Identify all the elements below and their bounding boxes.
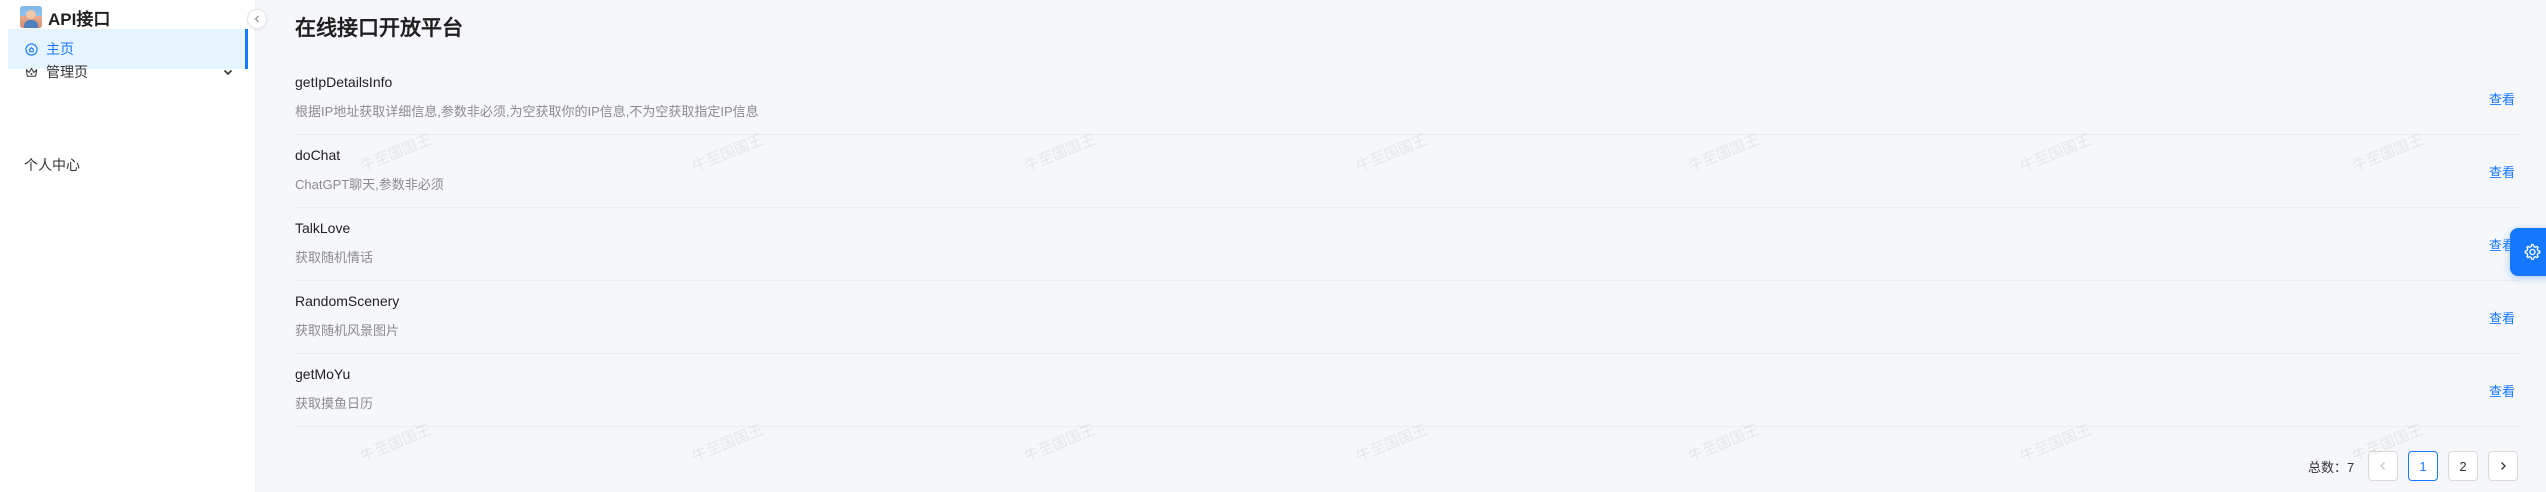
sidebar-item-label: 个人中心 [24, 157, 80, 173]
api-name: doChat [295, 147, 341, 163]
brand[interactable]: API接口 [20, 6, 111, 29]
api-name: getIpDetailsInfo [295, 74, 393, 90]
page-1-button[interactable]: 1 [2408, 451, 2438, 481]
brand-title: API接口 [48, 9, 111, 29]
page-2-button[interactable]: 2 [2448, 451, 2478, 481]
api-description: 获取随机情话 [295, 250, 374, 265]
sidebar-collapse-button[interactable] [247, 9, 267, 29]
api-description: 根据IP地址获取详细信息,参数非必须,为空获取你的IP信息,不为空获取指定IP信… [295, 104, 759, 119]
chevron-left-icon [2380, 462, 2385, 470]
main-content: 在线接口开放平台 getIpDetailsInfo 根据IP地址获取详细信息,参… [256, 0, 2546, 492]
next-page-button[interactable] [2488, 451, 2518, 481]
list-item: TalkLove 获取随机情话 查看 [295, 208, 2521, 281]
api-name: TalkLove [295, 220, 351, 236]
list-item: RandomScenery 获取随机风景图片 查看 [295, 281, 2521, 354]
view-link[interactable]: 查看 [2489, 162, 2515, 181]
api-description: 获取随机风景图片 [295, 323, 400, 338]
sidebar-item-profile[interactable]: 个人中心 [8, 145, 248, 185]
pagination-total: 总数：7 [2308, 460, 2355, 475]
api-name: RandomScenery [295, 293, 400, 309]
api-list: getIpDetailsInfo 根据IP地址获取详细信息,参数非必须,为空获取… [295, 62, 2521, 427]
api-name: getMoYu [295, 366, 351, 382]
list-item: getMoYu 获取摸鱼日历 查看 [295, 354, 2521, 427]
pagination: 总数：7 1 2 [256, 451, 2546, 481]
chevron-right-icon [2501, 462, 2506, 470]
api-description: ChatGPT聊天,参数非必须 [295, 177, 444, 192]
view-link[interactable]: 查看 [2489, 381, 2515, 400]
view-link[interactable]: 查看 [2489, 89, 2515, 108]
settings-button[interactable] [2510, 228, 2546, 276]
crown-icon [24, 65, 38, 79]
view-link[interactable]: 查看 [2489, 308, 2515, 327]
chevron-left-icon [254, 15, 259, 23]
sidebar-item-admin[interactable]: 管理页 [8, 52, 248, 92]
list-item: getIpDetailsInfo 根据IP地址获取详细信息,参数非必须,为空获取… [295, 62, 2521, 135]
api-description: 获取摸鱼日历 [295, 396, 374, 411]
sidebar-item-label: 管理页 [46, 64, 88, 80]
logo-avatar [20, 6, 42, 28]
prev-page-button[interactable] [2368, 451, 2398, 481]
chevron-down-icon [222, 65, 234, 77]
list-item: doChat ChatGPT聊天,参数非必须 查看 [295, 135, 2521, 208]
page-title: 在线接口开放平台 [295, 17, 463, 40]
gear-icon [2524, 243, 2541, 260]
sidebar: API接口 主页 管理页 个人中心 [0, 0, 256, 492]
